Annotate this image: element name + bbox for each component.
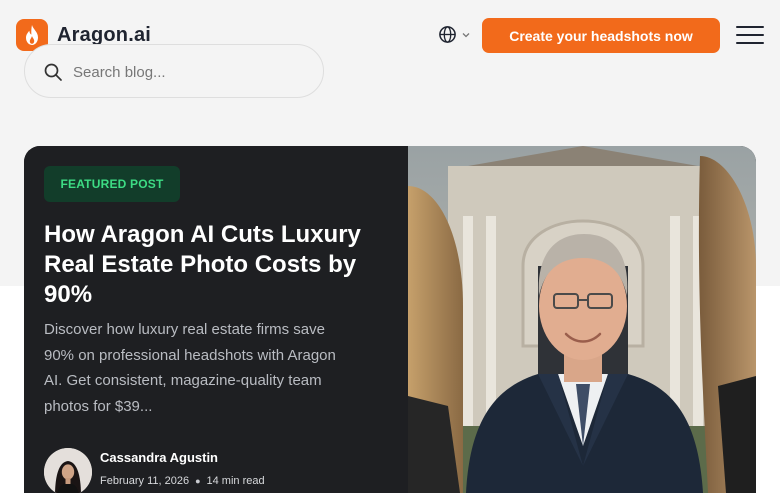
create-headshots-button[interactable]: Create your headshots now: [482, 18, 720, 53]
globe-icon: [439, 26, 456, 43]
featured-post-image[interactable]: [408, 146, 756, 493]
author-avatar: [44, 448, 92, 493]
language-selector[interactable]: [438, 25, 471, 44]
separator-dot: ●: [195, 476, 201, 486]
read-time: 14 min read: [206, 475, 265, 487]
featured-post-title[interactable]: How Aragon AI Cuts Luxury Real Estate Ph…: [44, 220, 374, 310]
featured-badge: FEATURED POST: [44, 166, 180, 202]
featured-post-content: FEATURED POST How Aragon AI Cuts Luxury …: [24, 146, 408, 493]
search-icon: [44, 63, 62, 81]
search-bar[interactable]: [24, 44, 324, 98]
post-meta: February 11, 2026 ● 14 min read: [100, 475, 265, 487]
author-info: Cassandra Agustin February 11, 2026 ● 14…: [44, 448, 265, 493]
featured-post-card[interactable]: FEATURED POST How Aragon AI Cuts Luxury …: [24, 146, 756, 493]
author-name[interactable]: Cassandra Agustin: [100, 450, 265, 465]
hamburger-icon[interactable]: [736, 24, 764, 46]
post-date: February 11, 2026: [100, 475, 190, 487]
chevron-down-icon: [462, 32, 470, 37]
featured-post-excerpt: Discover how luxury real estate firms sa…: [44, 321, 336, 415]
author-meta: Cassandra Agustin February 11, 2026 ● 14…: [100, 448, 265, 487]
search-input[interactable]: [73, 59, 303, 85]
